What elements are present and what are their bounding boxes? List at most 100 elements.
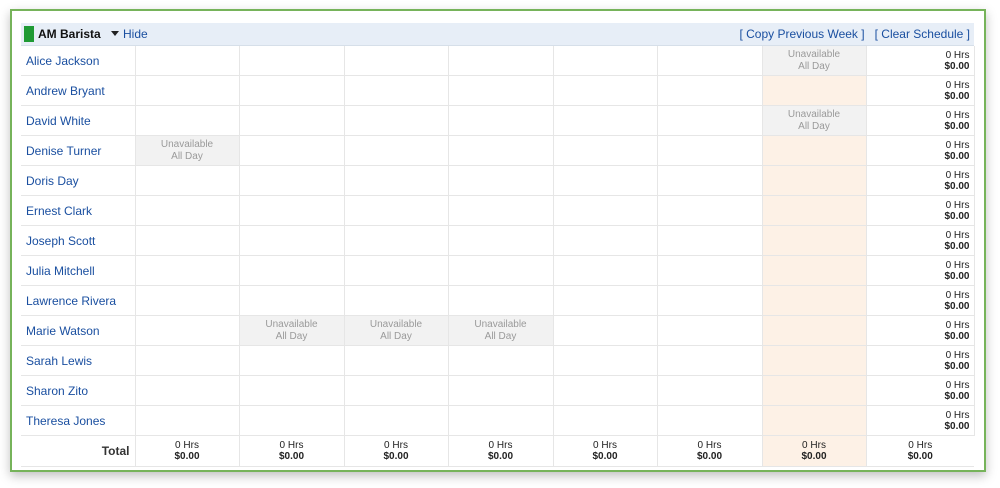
employee-name-link[interactable]: Marie Watson	[21, 315, 136, 346]
shift-cell[interactable]	[135, 46, 240, 76]
shift-cell[interactable]	[762, 285, 867, 316]
shift-cell[interactable]	[239, 165, 345, 196]
shift-cell[interactable]	[657, 345, 763, 376]
shift-cell[interactable]	[762, 225, 867, 256]
shift-cell[interactable]	[344, 105, 449, 136]
shift-cell[interactable]	[135, 315, 240, 346]
shift-cell[interactable]	[239, 255, 345, 286]
shift-cell[interactable]	[239, 46, 345, 76]
shift-cell[interactable]	[239, 195, 345, 226]
shift-cell[interactable]	[657, 105, 763, 136]
shift-cell[interactable]	[344, 225, 449, 256]
shift-cell[interactable]	[553, 345, 658, 376]
shift-cell[interactable]	[657, 255, 763, 286]
shift-cell[interactable]	[762, 315, 867, 346]
shift-cell[interactable]	[344, 405, 449, 436]
shift-cell[interactable]	[762, 255, 867, 286]
shift-cell[interactable]	[657, 135, 763, 166]
shift-cell[interactable]	[344, 195, 449, 226]
shift-cell[interactable]	[657, 165, 763, 196]
shift-cell[interactable]	[239, 75, 345, 106]
unavailable-cell[interactable]: Unavailable All Day	[344, 315, 449, 346]
shift-cell[interactable]	[135, 345, 240, 376]
shift-cell[interactable]	[657, 285, 763, 316]
shift-cell[interactable]	[657, 405, 763, 436]
shift-cell[interactable]	[657, 315, 763, 346]
shift-cell[interactable]	[344, 255, 449, 286]
shift-cell[interactable]	[135, 255, 240, 286]
shift-cell[interactable]	[762, 195, 867, 226]
hide-button[interactable]: Hide	[111, 26, 148, 42]
shift-cell[interactable]	[344, 165, 449, 196]
employee-name-link[interactable]: Denise Turner	[21, 135, 136, 166]
unavailable-cell[interactable]: Unavailable All Day	[135, 135, 240, 166]
employee-name-link[interactable]: Lawrence Rivera	[21, 285, 136, 316]
shift-cell[interactable]	[448, 255, 554, 286]
shift-cell[interactable]	[657, 75, 763, 106]
shift-cell[interactable]	[239, 405, 345, 436]
shift-cell[interactable]	[344, 345, 449, 376]
shift-cell[interactable]	[762, 75, 867, 106]
clear-schedule-link[interactable]: [ Clear Schedule ]	[875, 27, 970, 41]
shift-cell[interactable]	[553, 255, 658, 286]
shift-cell[interactable]	[135, 285, 240, 316]
shift-cell[interactable]	[239, 345, 345, 376]
employee-name-link[interactable]: Julia Mitchell	[21, 255, 136, 286]
shift-cell[interactable]	[553, 375, 658, 406]
shift-cell[interactable]	[344, 375, 449, 406]
shift-cell[interactable]	[448, 345, 554, 376]
employee-name-link[interactable]: Doris Day	[21, 165, 136, 196]
shift-cell[interactable]	[553, 285, 658, 316]
employee-name-link[interactable]: Andrew Bryant	[21, 75, 136, 106]
shift-cell[interactable]	[239, 375, 345, 406]
shift-cell[interactable]	[239, 105, 345, 136]
employee-name-link[interactable]: Joseph Scott	[21, 225, 136, 256]
shift-cell[interactable]	[762, 375, 867, 406]
employee-name-link[interactable]: Sharon Zito	[21, 375, 136, 406]
shift-cell[interactable]	[553, 135, 658, 166]
shift-cell[interactable]	[448, 375, 554, 406]
shift-cell[interactable]	[448, 195, 554, 226]
shift-cell[interactable]	[448, 105, 554, 136]
shift-cell[interactable]	[553, 405, 658, 436]
shift-cell[interactable]	[553, 75, 658, 106]
shift-cell[interactable]	[762, 135, 867, 166]
shift-cell[interactable]	[135, 225, 240, 256]
shift-cell[interactable]	[657, 46, 763, 76]
shift-cell[interactable]	[344, 135, 449, 166]
shift-cell[interactable]	[135, 375, 240, 406]
shift-cell[interactable]	[553, 165, 658, 196]
shift-cell[interactable]	[762, 345, 867, 376]
shift-cell[interactable]	[657, 195, 763, 226]
shift-cell[interactable]	[448, 165, 554, 196]
employee-name-link[interactable]: Sarah Lewis	[21, 345, 136, 376]
shift-cell[interactable]	[239, 285, 345, 316]
unavailable-cell[interactable]: Unavailable All Day	[448, 315, 554, 346]
shift-cell[interactable]	[344, 75, 449, 106]
shift-cell[interactable]	[553, 315, 658, 346]
shift-cell[interactable]	[448, 135, 554, 166]
shift-cell[interactable]	[448, 405, 554, 436]
unavailable-cell[interactable]: Unavailable All Day	[239, 315, 345, 346]
shift-cell[interactable]	[135, 105, 240, 136]
employee-name-link[interactable]: Alice Jackson	[21, 46, 136, 76]
shift-cell[interactable]	[135, 405, 240, 436]
shift-cell[interactable]	[344, 285, 449, 316]
unavailable-cell[interactable]: Unavailable All Day	[762, 46, 867, 76]
shift-cell[interactable]	[448, 75, 554, 106]
shift-cell[interactable]	[135, 75, 240, 106]
shift-cell[interactable]	[762, 165, 867, 196]
shift-cell[interactable]	[448, 225, 554, 256]
shift-cell[interactable]	[762, 405, 867, 436]
shift-cell[interactable]	[239, 135, 345, 166]
shift-cell[interactable]	[553, 195, 658, 226]
shift-cell[interactable]	[448, 285, 554, 316]
employee-name-link[interactable]: Theresa Jones	[21, 405, 136, 436]
shift-cell[interactable]	[553, 46, 658, 76]
shift-cell[interactable]	[657, 375, 763, 406]
shift-cell[interactable]	[657, 225, 763, 256]
shift-cell[interactable]	[135, 165, 240, 196]
shift-cell[interactable]	[553, 105, 658, 136]
shift-cell[interactable]	[135, 195, 240, 226]
employee-name-link[interactable]: Ernest Clark	[21, 195, 136, 226]
